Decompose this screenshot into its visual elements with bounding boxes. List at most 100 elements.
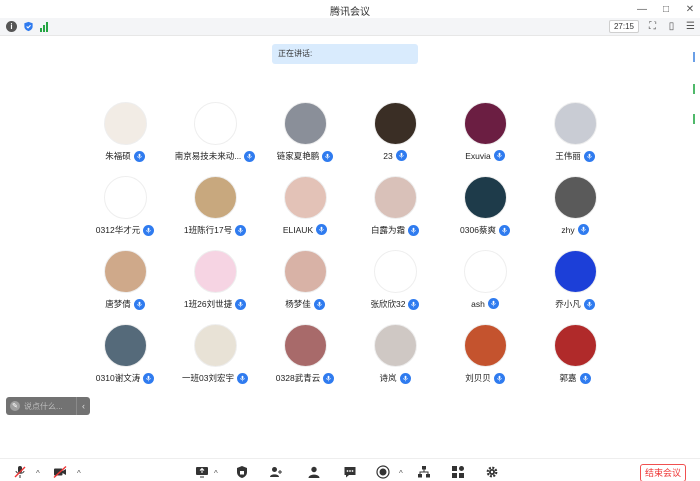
apps-button[interactable]	[450, 464, 466, 480]
participant-avatar	[374, 250, 417, 293]
participant-name: 朱福硕	[105, 151, 131, 161]
participant-name-row: 王伟丽	[530, 150, 620, 162]
stop-video-button[interactable]	[52, 464, 68, 480]
mic-icon	[322, 150, 334, 162]
participant-tile[interactable]: 杨梦佳	[260, 246, 350, 310]
participant-name-row: 0306蔡爽	[440, 224, 530, 236]
participant-name-row: 杨梦佳	[260, 298, 350, 310]
participant-tile[interactable]: 一班03刘宏宇	[170, 320, 260, 384]
mic-icon	[577, 224, 589, 235]
info-icon[interactable]: i	[6, 21, 17, 32]
participant-avatar	[554, 102, 597, 145]
participant-avatar	[374, 102, 417, 145]
participant-name: 杨梦佳	[285, 299, 311, 309]
participant-tile[interactable]: 诗岚	[350, 320, 440, 384]
participant-tile[interactable]: zhy	[530, 172, 620, 236]
participant-avatar	[104, 250, 147, 293]
participant-tile[interactable]: 南京易技未来动...	[170, 98, 260, 162]
participant-avatar	[464, 324, 507, 367]
panel-edge-mark	[693, 114, 700, 124]
share-screen-button[interactable]	[194, 464, 210, 480]
panel-edge-mark	[693, 52, 700, 62]
mic-icon	[395, 150, 407, 161]
participant-name: 0328武青云	[275, 373, 321, 383]
participant-tile[interactable]: 链家夏艳鹏	[260, 98, 350, 162]
participant-tile[interactable]: ELIAUK	[260, 172, 350, 236]
participant-name-row: 张欣欣32	[350, 298, 440, 310]
mic-icon	[323, 372, 335, 384]
chat-input-bar[interactable]: ✎ 说点什么... ‹	[6, 397, 90, 415]
meeting-timer: 27:15	[608, 20, 639, 33]
close-icon[interactable]: ✕	[684, 3, 696, 15]
mic-icon	[408, 224, 419, 236]
mic-icon	[493, 372, 505, 384]
participant-tile[interactable]: 刘贝贝	[440, 320, 530, 384]
mic-icon	[133, 298, 145, 310]
participant-tile[interactable]: 乔小凡	[530, 246, 620, 310]
participant-tile[interactable]: 郭嘉	[530, 320, 620, 384]
participant-tile[interactable]: 1班26刘世捷	[170, 246, 260, 310]
participant-avatar	[194, 324, 237, 367]
participant-avatar	[284, 324, 327, 367]
participant-tile[interactable]: 张欣欣32	[350, 246, 440, 310]
chat-button[interactable]	[342, 464, 358, 480]
mic-icon	[143, 224, 155, 236]
participant-avatar	[554, 250, 597, 293]
settings-button[interactable]	[484, 464, 500, 480]
participant-name: 诗岚	[379, 373, 397, 383]
chevron-left-icon[interactable]: ‹	[76, 397, 90, 415]
participant-tile[interactable]: 0306蔡爽	[440, 172, 530, 236]
shield-icon[interactable]	[23, 21, 34, 32]
video-options-chevron-icon[interactable]: ^	[77, 469, 81, 478]
participant-name-row: 诗岚	[350, 372, 440, 384]
side-panel-icon[interactable]: ▯	[666, 21, 677, 32]
participant-tile[interactable]: 白露为霜	[350, 172, 440, 236]
mic-icon	[236, 372, 248, 384]
manage-members-button[interactable]	[306, 464, 322, 480]
add-user-icon	[270, 467, 282, 477]
audio-options-chevron-icon[interactable]: ^	[36, 469, 40, 478]
record-options-chevron-icon[interactable]: ^	[399, 469, 403, 478]
participant-name-row: 链家夏艳鹏	[260, 150, 350, 162]
maximize-icon[interactable]: □	[660, 3, 672, 15]
participant-tile[interactable]: 唐梦倩	[80, 246, 170, 310]
participant-tile[interactable]: 0310谢文涛	[80, 320, 170, 384]
participant-name: 链家夏艳鹏	[276, 151, 320, 161]
participant-name: 0310谢文涛	[95, 373, 141, 383]
minimize-icon[interactable]: —	[636, 3, 648, 15]
participant-avatar	[464, 176, 507, 219]
mic-icon	[579, 372, 591, 384]
participant-tile[interactable]: 朱福硕	[80, 98, 170, 162]
mic-icon	[235, 298, 247, 310]
participant-tile[interactable]: 23	[350, 98, 440, 162]
participant-name: 1班26刘世捷	[183, 299, 233, 309]
network-signal-icon[interactable]	[40, 21, 51, 32]
layout-icon[interactable]: ☰	[685, 21, 696, 32]
mic-icon	[235, 224, 247, 236]
participant-tile[interactable]: 1班陈行17号	[170, 172, 260, 236]
participant-tile[interactable]: 0328武青云	[260, 320, 350, 384]
security-button[interactable]	[234, 464, 250, 480]
participant-name: 23	[383, 150, 393, 161]
record-button[interactable]	[375, 464, 391, 480]
participant-name-row: 乔小凡	[530, 298, 620, 310]
participant-name: 郭嘉	[559, 373, 577, 383]
mute-mic-button[interactable]	[12, 464, 28, 480]
fullscreen-icon[interactable]: ⛶	[647, 21, 658, 32]
participant-name-row: 0312华才元	[80, 224, 170, 236]
breakout-rooms-button[interactable]	[416, 464, 432, 480]
participant-name-row: 郭嘉	[530, 372, 620, 384]
end-meeting-button[interactable]: 结束会议	[640, 464, 686, 481]
participant-name: 刘贝贝	[465, 373, 491, 383]
invite-button[interactable]	[268, 464, 284, 480]
participant-tile[interactable]: Exuvia	[440, 98, 530, 162]
participant-avatar	[284, 176, 327, 219]
participant-avatar	[554, 324, 597, 367]
chat-input[interactable]: 说点什么...	[24, 401, 72, 412]
participant-tile[interactable]: 0312华才元	[80, 172, 170, 236]
participant-name: 0306蔡爽	[460, 225, 496, 235]
share-options-chevron-icon[interactable]: ^	[214, 469, 218, 478]
org-chart-icon	[418, 466, 430, 478]
participant-tile[interactable]: 王伟丽	[530, 98, 620, 162]
participant-tile[interactable]: ash	[440, 246, 530, 310]
